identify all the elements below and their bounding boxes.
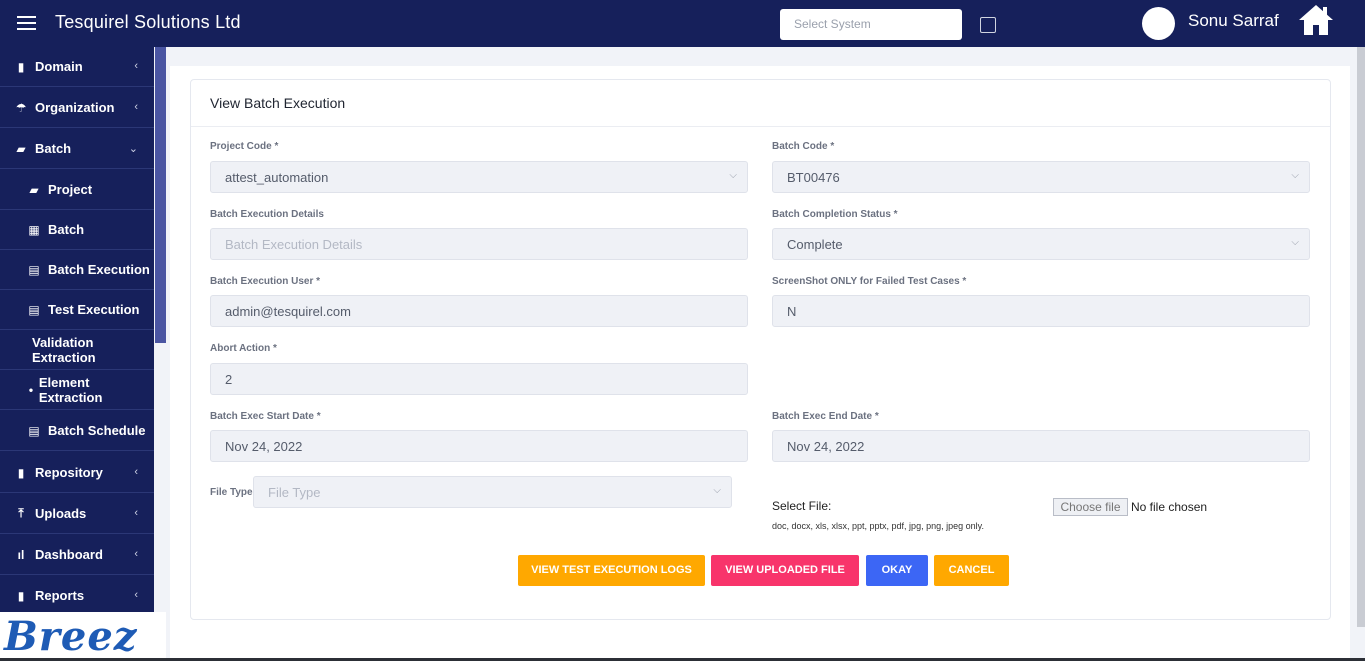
project-code-label: Project Code *: [210, 141, 279, 152]
sidebar: ▮ Domain ‹ ☂ Organization ‹ ▰ Batch ⌄ ▰ …: [0, 47, 154, 661]
sidebar-item-label: Batch: [48, 222, 85, 237]
divider: [191, 126, 1330, 127]
batch-completion-status-value: Complete: [787, 237, 843, 252]
sidebar-item-label: Batch Execution: [48, 262, 150, 277]
chevron-down-icon: ⌵: [1291, 237, 1299, 248]
grid-icon: ▦: [28, 222, 40, 237]
cancel-button[interactable]: CANCEL: [934, 555, 1009, 586]
sidebar-item-label: Uploads: [35, 506, 87, 521]
chevron-down-icon: ⌵: [729, 170, 737, 181]
batch-code-select[interactable]: BT00476 ⌵: [772, 161, 1310, 193]
sidebar-item-validation-extraction[interactable]: Validation Extraction: [0, 330, 154, 370]
sidebar-item-label: Repository: [35, 465, 103, 480]
sidebar-item-domain[interactable]: ▮ Domain ‹: [0, 47, 154, 87]
view-uploaded-file-button[interactable]: VIEW UPLOADED FILE: [711, 555, 859, 586]
company-name: Tesquirel Solutions Ltd: [55, 12, 241, 32]
sidebar-item-element-extraction[interactable]: • Element Extraction: [0, 370, 154, 410]
film-icon: ▤: [28, 302, 40, 317]
abort-action-label: Abort Action *: [210, 343, 277, 354]
dot-icon: •: [28, 382, 34, 397]
end-date-field[interactable]: Nov 24, 2022: [772, 430, 1310, 462]
batch-completion-status-label: Batch Completion Status *: [772, 209, 898, 220]
sidebar-item-repository[interactable]: ▮ Repository ‹: [0, 453, 154, 493]
sidebar-item-batch-group[interactable]: ▰ Batch ⌄: [0, 129, 154, 169]
file-type-label: File Type: [210, 487, 253, 498]
chevron-left-icon: ‹: [134, 101, 138, 113]
screenshot-failed-label: ScreenShot ONLY for Failed Test Cases *: [772, 276, 967, 287]
folder-icon: ▰: [29, 182, 39, 197]
menu-icon[interactable]: [17, 16, 36, 31]
chevron-left-icon: ‹: [134, 589, 138, 601]
upload-icon: ⤒: [18, 506, 24, 520]
briefcase-icon: ▮: [17, 59, 25, 74]
sidebar-item-organization[interactable]: ☂ Organization ‹: [0, 88, 154, 128]
main-scrollbar[interactable]: [1357, 47, 1365, 627]
project-code-select[interactable]: attest_automation ⌵: [210, 161, 748, 193]
sidebar-item-label: Reports: [35, 588, 85, 603]
home-icon[interactable]: [1297, 3, 1335, 37]
choose-file-button[interactable]: Choose file: [1053, 498, 1128, 516]
batch-exec-details-label: Batch Execution Details: [210, 209, 324, 220]
sidebar-item-batch[interactable]: ▦ Batch: [0, 210, 154, 250]
start-date-label: Batch Exec Start Date *: [210, 411, 321, 422]
bar-chart-icon: ıl: [17, 547, 25, 562]
chevron-left-icon: ‹: [134, 466, 138, 478]
sidebar-item-label: Dashboard: [35, 547, 103, 562]
film-icon: ▤: [28, 262, 40, 277]
file-types-note: doc, docx, xls, xlsx, ppt, pptx, pdf, jp…: [772, 521, 984, 531]
select-file-label: Select File:: [772, 499, 832, 513]
sidebar-item-label: Batch Schedule: [48, 423, 146, 438]
batch-exec-user-label: Batch Execution User *: [210, 276, 321, 287]
sidebar-item-batch-schedule[interactable]: ▤ Batch Schedule: [0, 411, 154, 451]
chevron-down-icon: ⌵: [713, 485, 721, 496]
folder-icon: ▰: [16, 141, 26, 156]
chevron-left-icon: ‹: [134, 548, 138, 560]
sidebar-item-uploads[interactable]: ⤒ Uploads ‹: [0, 494, 154, 534]
view-test-execution-logs-button[interactable]: VIEW TEST EXECUTION LOGS: [518, 555, 705, 586]
sidebar-item-dashboard[interactable]: ıl Dashboard ‹: [0, 535, 154, 575]
umbrella-icon: ☂: [15, 100, 27, 115]
sidebar-item-label: Batch: [35, 141, 72, 156]
system-select[interactable]: Select System: [780, 9, 962, 40]
system-checkbox[interactable]: [980, 17, 996, 33]
file-type-placeholder: File Type: [268, 485, 321, 500]
sidebar-item-reports[interactable]: ▮ Reports ‹: [0, 576, 154, 616]
chevron-left-icon: ‹: [134, 507, 138, 519]
sidebar-scrollbar[interactable]: [155, 47, 166, 343]
chevron-down-icon: ⌄: [128, 143, 138, 155]
sidebar-item-label: Domain: [35, 59, 83, 74]
avatar[interactable]: [1142, 7, 1175, 40]
start-date-field[interactable]: Nov 24, 2022: [210, 430, 748, 462]
chevron-left-icon: ‹: [134, 60, 138, 72]
top-bar: Tesquirel Solutions Ltd Select System So…: [0, 0, 1365, 47]
end-date-label: Batch Exec End Date *: [772, 411, 879, 422]
sidebar-item-label: Test Execution: [48, 302, 140, 317]
abort-action-field[interactable]: 2: [210, 363, 748, 395]
breez-logo: Breez: [0, 612, 166, 661]
screenshot-failed-field[interactable]: N: [772, 295, 1310, 327]
scrollbar-thumb[interactable]: [1357, 47, 1365, 627]
film-icon: ▤: [28, 423, 40, 438]
batch-code-value: BT00476: [787, 170, 840, 185]
file-icon: ▮: [17, 588, 25, 603]
sidebar-item-batch-execution[interactable]: ▤ Batch Execution: [0, 250, 154, 290]
batch-exec-details-field[interactable]: Batch Execution Details: [210, 228, 748, 260]
briefcase-icon: ▮: [17, 465, 25, 480]
no-file-text: No file chosen: [1131, 500, 1208, 514]
file-type-select[interactable]: File Type ⌵: [253, 476, 732, 508]
okay-button[interactable]: OKAY: [866, 555, 928, 586]
user-name[interactable]: Sonu Sarraf: [1188, 11, 1279, 31]
sidebar-item-project[interactable]: ▰ Project: [0, 170, 154, 210]
sidebar-item-label: Project: [48, 182, 93, 197]
sidebar-item-label: Element Extraction: [38, 374, 103, 405]
batch-completion-status-select[interactable]: Complete ⌵: [772, 228, 1310, 260]
chevron-down-icon: ⌵: [1291, 170, 1299, 181]
sidebar-item-label: Validation Extraction: [32, 334, 96, 365]
sidebar-item-label: Organization: [35, 100, 115, 115]
batch-code-label: Batch Code *: [772, 141, 835, 152]
batch-exec-user-field[interactable]: admin@tesquirel.com: [210, 295, 748, 327]
project-code-value: attest_automation: [225, 170, 329, 185]
page-title: View Batch Execution: [210, 95, 346, 111]
sidebar-item-test-execution[interactable]: ▤ Test Execution: [0, 290, 154, 330]
